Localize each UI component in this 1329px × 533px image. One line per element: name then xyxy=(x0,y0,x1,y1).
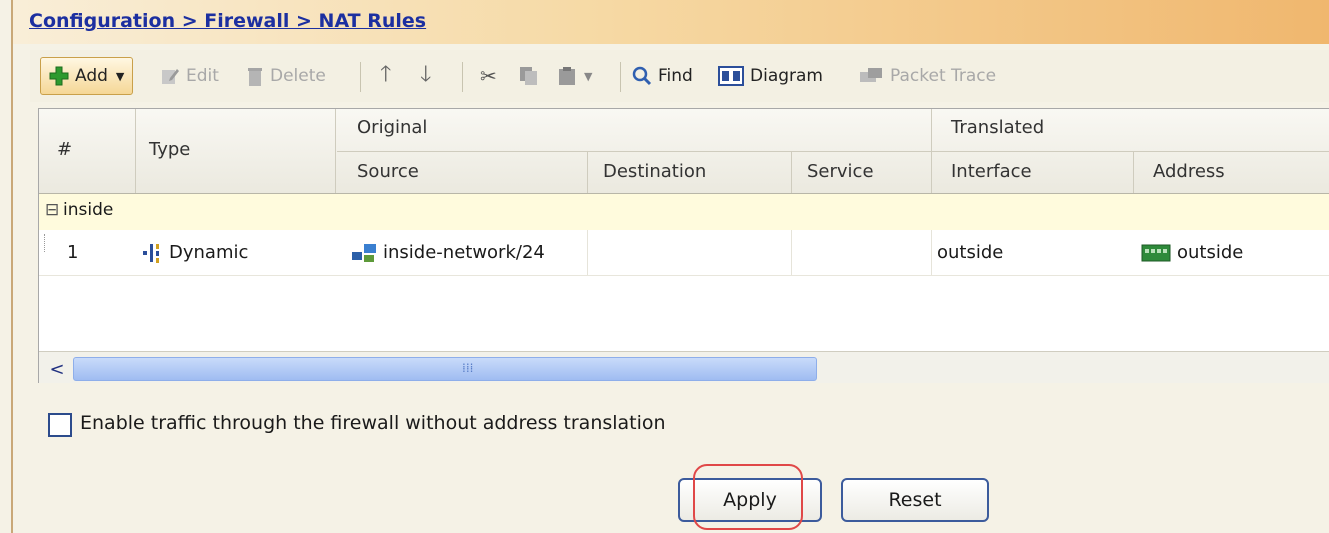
packet-trace-label: Packet Trace xyxy=(890,66,997,86)
row-tree-line xyxy=(44,234,46,252)
header-original[interactable]: Original xyxy=(357,117,427,138)
row-type: Dynamic xyxy=(169,242,249,263)
chevron-down-icon[interactable]: ▼ xyxy=(116,70,124,83)
grip-icon: ⁞⁞⁞ xyxy=(462,361,474,375)
apply-highlight-annotation xyxy=(693,464,803,530)
row-type-cell: Dynamic xyxy=(141,230,248,275)
network-object-icon xyxy=(352,243,376,262)
magnifier-icon xyxy=(632,66,652,86)
paste-icon xyxy=(559,67,575,85)
header-address[interactable]: Address xyxy=(1153,161,1225,182)
row-number: 1 xyxy=(67,242,79,263)
arrow-up-icon: 🡑 xyxy=(380,62,392,87)
cell-divider xyxy=(587,230,588,275)
table-row[interactable]: 1 Dynamic inside-network/24 outside outs… xyxy=(39,230,1329,276)
edit-label: Edit xyxy=(186,66,219,86)
column-divider xyxy=(587,152,588,193)
add-label: Add xyxy=(75,66,108,86)
edit-button[interactable]: Edit xyxy=(160,57,219,95)
copy-icon xyxy=(520,67,537,85)
cut-button[interactable]: ✂ xyxy=(480,57,497,95)
reset-button[interactable]: Reset xyxy=(841,478,989,522)
row-address-cell: outside xyxy=(1141,230,1243,275)
delete-button[interactable]: Delete xyxy=(246,57,326,95)
arrow-down-icon: 🡓 xyxy=(420,62,432,87)
header-source[interactable]: Source xyxy=(357,161,419,182)
packet-trace-icon xyxy=(860,68,882,82)
chevron-down-icon[interactable]: ▼ xyxy=(584,70,592,83)
breadcrumb[interactable]: Configuration > Firewall > NAT Rules xyxy=(29,10,426,32)
cell-divider xyxy=(931,230,932,275)
group-row-inside[interactable]: ⊟ inside xyxy=(39,194,1329,230)
add-button[interactable]: Add ▼ xyxy=(40,57,134,95)
packet-trace-button[interactable]: Packet Trace xyxy=(858,57,996,95)
toolbar-separator xyxy=(462,62,463,92)
scissors-icon: ✂ xyxy=(480,64,497,88)
trash-icon xyxy=(248,68,262,86)
row-source: inside-network/24 xyxy=(383,242,545,263)
reset-label: Reset xyxy=(888,489,942,511)
toolbar-separator xyxy=(620,62,621,92)
header-interface[interactable]: Interface xyxy=(951,161,1032,182)
chevron-left-icon: < xyxy=(49,358,65,380)
table-header: # Type Original Translated Source Destin… xyxy=(39,109,1329,194)
nat-rules-table: # Type Original Translated Source Destin… xyxy=(38,108,1329,383)
header-divider xyxy=(337,151,1329,152)
scrollbar-thumb[interactable]: ⁞⁞⁞ xyxy=(73,357,817,381)
column-divider xyxy=(135,109,136,193)
bypass-translation-label[interactable]: Enable traffic through the firewall with… xyxy=(80,412,666,434)
paste-button[interactable]: ▼ xyxy=(556,57,592,95)
collapse-toggle-icon[interactable]: ⊟ xyxy=(45,200,59,220)
row-address: outside xyxy=(1177,242,1244,263)
header-translated[interactable]: Translated xyxy=(951,117,1044,138)
row-source-cell: inside-network/24 xyxy=(351,230,545,275)
column-divider xyxy=(335,109,336,193)
scroll-left-button[interactable]: < xyxy=(43,357,71,381)
toolbar: Add ▼ Edit Delete 🡑 🡓 ✂ ▼ Find Diagram P… xyxy=(30,50,1329,102)
header-destination[interactable]: Destination xyxy=(603,161,706,182)
find-label: Find xyxy=(658,66,693,86)
cell-divider xyxy=(791,230,792,275)
column-divider xyxy=(1133,152,1134,193)
breadcrumb-bar: Configuration > Firewall > NAT Rules xyxy=(13,0,1329,44)
diagram-icon xyxy=(718,66,744,86)
move-up-button[interactable]: 🡑 xyxy=(380,57,391,95)
header-type[interactable]: Type xyxy=(149,139,190,160)
left-panel-edge xyxy=(0,0,13,533)
toolbar-separator xyxy=(360,62,361,92)
edit-icon xyxy=(162,69,179,84)
interface-icon xyxy=(1141,244,1171,261)
bypass-translation-checkbox[interactable] xyxy=(48,413,72,437)
diagram-label: Diagram xyxy=(750,66,823,86)
dynamic-nat-icon xyxy=(143,243,159,263)
column-divider xyxy=(791,152,792,193)
column-divider xyxy=(931,109,932,193)
horizontal-scrollbar[interactable]: < ⁞⁞⁞ xyxy=(39,351,1329,383)
diagram-button[interactable]: Diagram xyxy=(718,57,823,95)
plus-icon xyxy=(49,66,69,86)
header-service[interactable]: Service xyxy=(807,161,874,182)
delete-label: Delete xyxy=(270,66,326,86)
copy-button[interactable] xyxy=(518,57,540,95)
find-button[interactable]: Find xyxy=(632,57,693,95)
move-down-button[interactable]: 🡓 xyxy=(420,57,431,95)
row-interface: outside xyxy=(937,242,1004,263)
header-number[interactable]: # xyxy=(57,139,72,160)
group-label: inside xyxy=(63,200,114,220)
